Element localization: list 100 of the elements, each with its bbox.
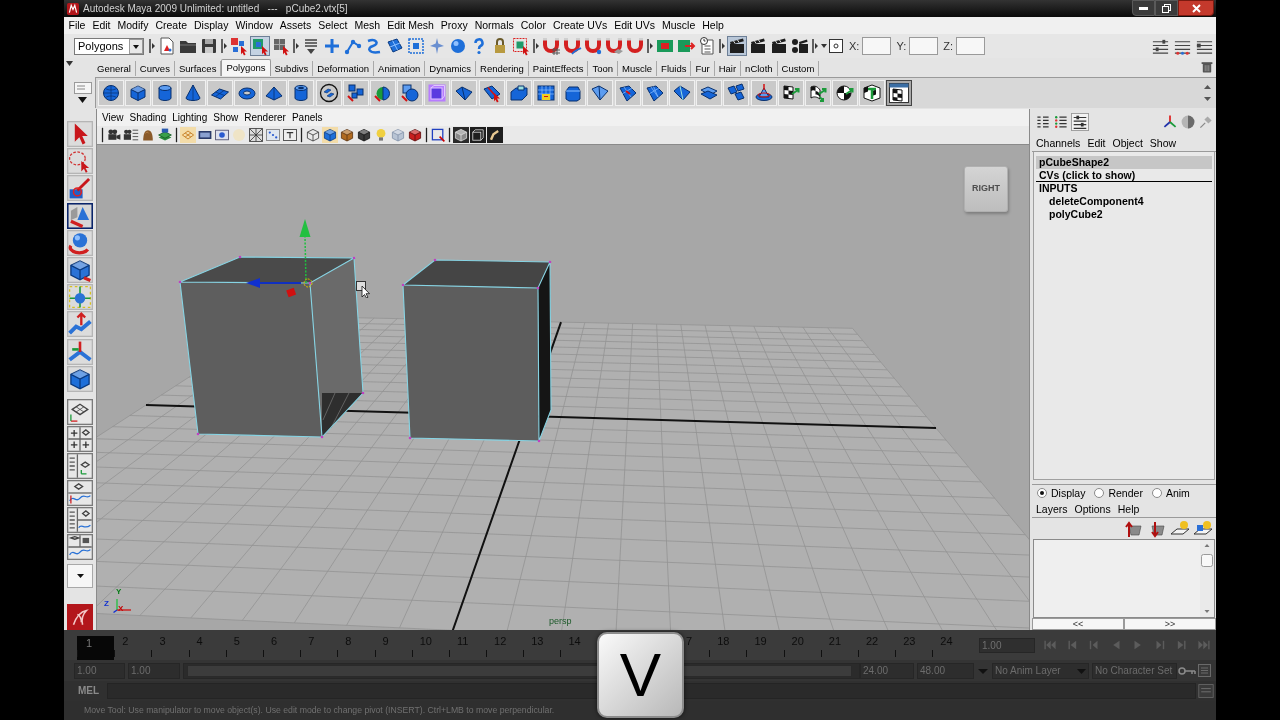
collapse-handle-icon[interactable]	[299, 127, 304, 143]
soft-modification-icon[interactable]	[67, 311, 93, 338]
menu-item[interactable]: Color	[517, 18, 550, 33]
pyramid-icon[interactable]	[261, 80, 288, 106]
axes-icon[interactable]	[1162, 114, 1178, 130]
menu-item[interactable]: Edit Mesh	[383, 18, 438, 33]
shelf-tabs-toggle-icon[interactable]	[73, 82, 92, 94]
dot-list-icon[interactable]	[1053, 114, 1069, 130]
shelf-tab[interactable]: Fluids	[657, 61, 692, 76]
slider-lines-icon[interactable]	[1071, 113, 1089, 131]
shelf-tab[interactable]: PaintEffects	[528, 61, 589, 76]
stacked-layers-icon[interactable]	[157, 127, 173, 143]
shelf-tab[interactable]: Muscle	[618, 61, 658, 76]
menu-item[interactable]: File	[65, 18, 89, 33]
caret-down-icon[interactable]	[76, 573, 84, 578]
split-squares-icon[interactable]	[342, 80, 369, 106]
menu-item[interactable]: Proxy	[437, 18, 472, 33]
paint-select-icon[interactable]	[67, 175, 93, 202]
pipe-icon[interactable]	[288, 80, 315, 106]
show-manipulator-icon[interactable]	[67, 338, 93, 365]
view-cube[interactable]: RIGHT	[964, 166, 1008, 212]
component-select-icon[interactable]	[271, 36, 291, 56]
menu-item[interactable]: Window	[231, 18, 277, 33]
shelf-tab[interactable]: Polygons	[221, 59, 271, 76]
shelf-tab[interactable]: Animation	[374, 61, 426, 76]
radio-option[interactable]: Anim	[1151, 486, 1190, 500]
shadowed-cube-icon[interactable]	[356, 127, 372, 143]
channel-menu-item[interactable]: Channels	[1036, 136, 1081, 150]
textured-cube-icon[interactable]	[339, 127, 355, 143]
channel-box-node[interactable]: pCubeShape2	[1036, 156, 1212, 169]
restore-button[interactable]	[1155, 0, 1178, 16]
checker-window-icon[interactable]	[886, 80, 913, 106]
object-select-icon[interactable]	[250, 36, 270, 56]
extrude-block-icon[interactable]	[505, 80, 532, 106]
magnet-grid-icon[interactable]	[541, 36, 561, 56]
outliner-graph-layout-icon[interactable]	[67, 506, 93, 533]
outliner-view-layout-icon[interactable]	[67, 452, 93, 479]
rotate-tool-icon[interactable]	[67, 229, 93, 256]
camera-frames-icon[interactable]	[123, 127, 139, 143]
script-language-button[interactable]: MEL	[78, 685, 100, 697]
shelf-tab[interactable]: Subdivs	[270, 61, 314, 76]
caret-down-icon[interactable]	[78, 97, 87, 103]
split-tiles-icon[interactable]	[723, 80, 750, 106]
checker-flag-icon[interactable]	[777, 80, 804, 106]
magnet-point-icon[interactable]	[583, 36, 603, 56]
collapse-handle-icon[interactable]	[100, 127, 105, 143]
layer-menu-item[interactable]: Help	[1117, 502, 1140, 516]
bone-icon[interactable]	[487, 127, 503, 143]
cube-mesh[interactable]	[178, 255, 365, 439]
solid-cube-icon[interactable]	[407, 127, 423, 143]
folded-plane-icon[interactable]	[668, 80, 695, 106]
panel-menu-item[interactable]: Lighting	[172, 110, 208, 125]
input-select-icon[interactable]	[820, 36, 844, 56]
menu-item[interactable]: Modify	[114, 18, 152, 33]
wire-grid-icon[interactable]	[248, 127, 264, 143]
shelf-tab[interactable]: Curves	[135, 61, 175, 76]
caret-down-icon[interactable]	[66, 61, 73, 66]
single-view-layout-icon[interactable]	[67, 398, 93, 425]
shelf-tab[interactable]: Rendering	[476, 61, 529, 76]
list-lines-icon[interactable]	[1035, 114, 1051, 130]
wire-cube-icon[interactable]	[305, 127, 321, 143]
clapperboard-dials-icon[interactable]	[790, 36, 810, 56]
trash-icon[interactable]	[1201, 60, 1213, 74]
input-node[interactable]: polyCube2	[1036, 208, 1212, 221]
input-node[interactable]: deleteComponent4	[1036, 195, 1212, 208]
minimize-button[interactable]	[1132, 0, 1155, 16]
layout-menu-button[interactable]	[67, 563, 93, 588]
resolution-gate-icon[interactable]	[214, 127, 230, 143]
graph-view-layout-icon[interactable]	[67, 479, 93, 506]
universal-manipulator-icon[interactable]	[67, 284, 93, 311]
layer-menu-item[interactable]: Layers	[1036, 502, 1068, 516]
boxed-cube-icon[interactable]	[453, 127, 469, 143]
panel-menu-item[interactable]: Shading	[129, 110, 167, 125]
radio-icon[interactable]	[1151, 488, 1162, 498]
bevel-block-icon[interactable]	[560, 80, 587, 106]
bookmark-icon[interactable]	[140, 127, 156, 143]
magnet-plane-icon[interactable]	[604, 36, 624, 56]
lattice-box-icon[interactable]	[406, 36, 426, 56]
menu-item[interactable]: Select	[314, 18, 351, 33]
collapse-handle-icon[interactable]	[424, 127, 429, 143]
menu-item[interactable]: Normals	[471, 18, 518, 33]
collapse-handle-icon[interactable]	[174, 127, 179, 143]
plane-cursor-icon[interactable]	[478, 80, 505, 106]
menu-set-dropdown[interactable]: Polygons	[74, 37, 144, 55]
glowing-cube-icon[interactable]	[424, 80, 451, 106]
menu-item[interactable]: Display	[190, 18, 232, 33]
move-tool-icon[interactable]	[67, 202, 93, 229]
minimize-icon[interactable]	[1139, 6, 1148, 10]
cone-ring-icon[interactable]	[750, 80, 777, 106]
magnet-icon[interactable]	[625, 36, 645, 56]
channel-box-row[interactable]: CVs (click to show)	[1036, 169, 1212, 182]
lasso-icon[interactable]	[67, 148, 93, 175]
cylinder-icon[interactable]	[152, 80, 179, 106]
shelf-tab[interactable]: Dynamics	[425, 61, 476, 76]
history-list-icon[interactable]	[697, 36, 717, 56]
folded-plane-icon[interactable]	[587, 80, 614, 106]
plane-icon[interactable]	[206, 80, 233, 106]
collapse-handle-icon[interactable]	[292, 36, 300, 56]
torus-icon[interactable]	[233, 80, 260, 106]
menu-item[interactable]: Create	[151, 18, 191, 33]
